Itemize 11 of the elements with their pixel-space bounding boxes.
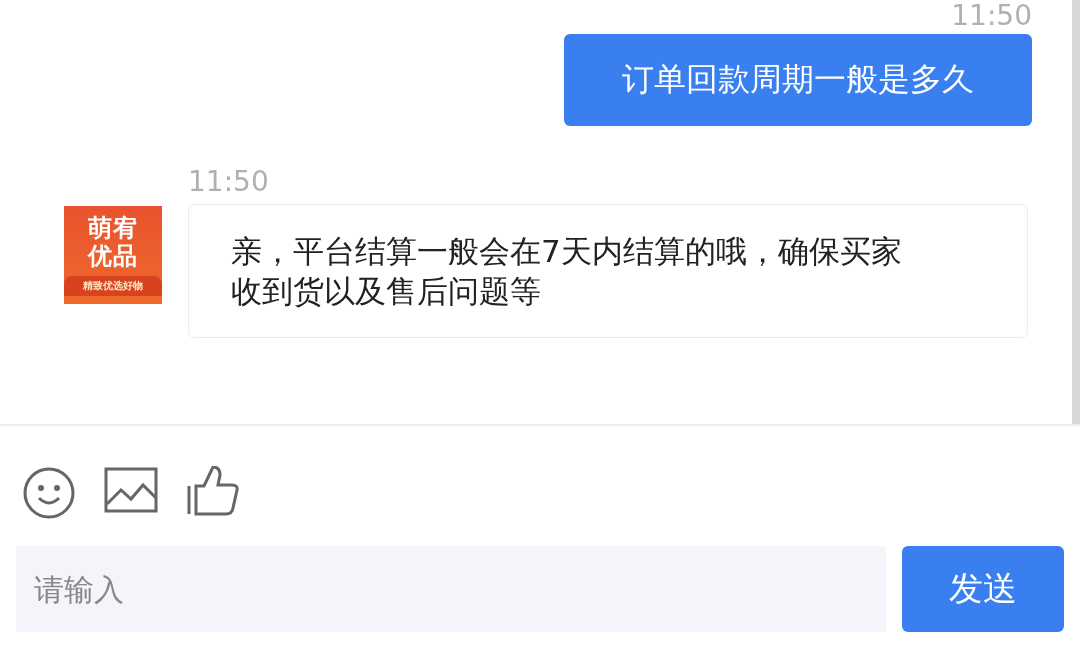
image-icon[interactable] <box>104 466 158 514</box>
shop-logo: 萌宥 优品 精致优选好物 <box>64 206 162 304</box>
received-message: 亲，平台结算一般会在7天内结算的哦，确保买家收到货以及售后问题等 <box>188 204 1028 338</box>
message-input[interactable]: 请输入 <box>16 546 886 632</box>
message-time: 11:50 <box>188 166 270 198</box>
emoji-icon[interactable] <box>22 466 76 520</box>
sent-message: 订单回款周期一般是多久 <box>564 34 1032 126</box>
message-time: 11:50 <box>951 0 1032 32</box>
scrollbar[interactable] <box>1072 0 1080 424</box>
send-button[interactable]: 发送 <box>902 546 1064 632</box>
thumbs-up-icon[interactable] <box>186 466 240 516</box>
